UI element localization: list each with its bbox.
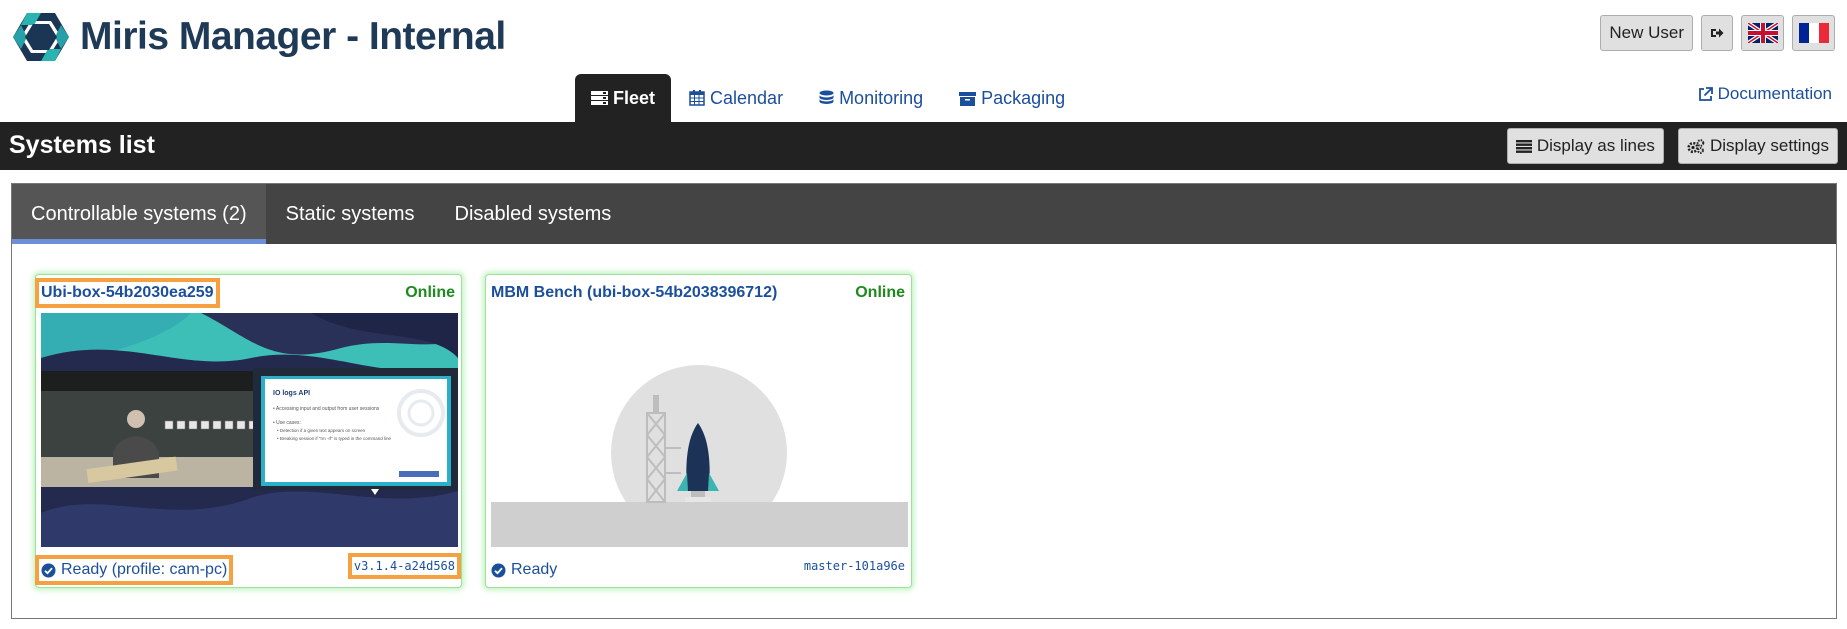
external-link-icon	[1698, 86, 1713, 101]
system-ready-status[interactable]: Ready (profile: cam-pc)	[34, 555, 234, 585]
system-status: Online	[405, 284, 455, 301]
slide-line: • Detection if a given text appears on s…	[277, 428, 366, 433]
slide-line: • Use cases:	[273, 420, 301, 426]
france-flag-icon	[1798, 23, 1829, 43]
section-bar: Systems list Display as lines Display se…	[0, 122, 1847, 170]
nav-packaging[interactable]: Packaging	[941, 74, 1083, 122]
app-logo-icon	[13, 13, 69, 61]
nav-fleet[interactable]: Fleet	[575, 74, 672, 122]
check-circle-icon	[491, 563, 506, 577]
nav-packaging-label: Packaging	[981, 87, 1066, 108]
section-title: Systems list	[9, 131, 155, 159]
system-name-link[interactable]: Ubi-box-54b2030ea259	[35, 278, 220, 308]
system-preview[interactable]	[491, 313, 908, 547]
system-ready-label: Ready (profile: cam-pc)	[61, 561, 228, 578]
tab-static-systems[interactable]: Static systems	[266, 184, 435, 244]
slide-line: • Accessing input and output from user s…	[273, 406, 380, 412]
app-header: Miris Manager - Internal New User Fleet …	[0, 0, 1847, 122]
nav-calendar-label: Calendar	[710, 87, 784, 108]
nav-monitoring[interactable]: Monitoring	[801, 74, 941, 122]
system-ready-label: Ready	[511, 561, 558, 578]
calendar-icon	[689, 90, 705, 106]
language-en-button[interactable]	[1741, 15, 1784, 51]
brand: Miris Manager - Internal	[12, 10, 506, 64]
system-version: master-101a96e	[803, 559, 905, 573]
main-nav: Fleet Calendar Monitoring Packaging	[575, 74, 1083, 122]
systems-panel: Controllable systems (2) Static systems …	[11, 183, 1837, 619]
nav-monitoring-label: Monitoring	[839, 87, 924, 108]
placeholder-rocket-image	[491, 313, 908, 547]
display-settings-button[interactable]: Display settings	[1677, 128, 1838, 164]
tab-controllable-systems[interactable]: Controllable systems (2)	[12, 184, 266, 244]
section-actions: Display as lines Display settings	[1506, 128, 1838, 164]
server-icon	[591, 91, 608, 105]
system-card: Ubi-box-54b2030ea259 Online IO logs API …	[34, 274, 462, 588]
systems-tabs: Controllable systems (2) Static systems …	[12, 184, 1836, 244]
top-actions: New User	[1600, 15, 1835, 51]
display-settings-label: Display settings	[1709, 136, 1829, 155]
slide-line: • Breaking session if "rm -rf" is typed …	[277, 436, 392, 441]
uk-flag-icon	[1747, 23, 1778, 43]
check-circle-icon	[41, 563, 56, 577]
documentation-label: Documentation	[1717, 84, 1832, 103]
logout-button[interactable]	[1701, 15, 1733, 51]
system-preview[interactable]: IO logs API • Accessing input and output…	[41, 313, 458, 547]
database-icon	[819, 90, 834, 104]
language-fr-button[interactable]	[1792, 15, 1835, 51]
system-card: MBM Bench (ubi-box-54b2038396712) Online	[485, 274, 912, 588]
display-as-lines-label: Display as lines	[1536, 136, 1655, 155]
list-icon	[1515, 139, 1532, 153]
tab-disabled-systems[interactable]: Disabled systems	[435, 184, 632, 244]
archive-icon	[959, 91, 977, 106]
preview-image: IO logs API • Accessing input and output…	[41, 313, 458, 547]
system-status: Online	[855, 284, 905, 301]
nav-calendar[interactable]: Calendar	[671, 74, 801, 122]
system-ready-status[interactable]: Ready	[491, 561, 557, 579]
system-version: v3.1.4-a24d568	[347, 553, 462, 579]
app-title: Miris Manager - Internal	[80, 15, 506, 58]
sign-out-icon	[1711, 28, 1724, 38]
slide-title: IO logs API	[273, 390, 310, 397]
gears-icon	[1687, 138, 1705, 154]
documentation-link[interactable]: Documentation	[1698, 84, 1832, 104]
display-as-lines-button[interactable]: Display as lines	[1506, 128, 1664, 164]
system-name-link[interactable]: MBM Bench (ubi-box-54b2038396712)	[491, 284, 777, 302]
nav-fleet-label: Fleet	[613, 87, 656, 108]
new-user-button[interactable]: New User	[1600, 15, 1693, 51]
